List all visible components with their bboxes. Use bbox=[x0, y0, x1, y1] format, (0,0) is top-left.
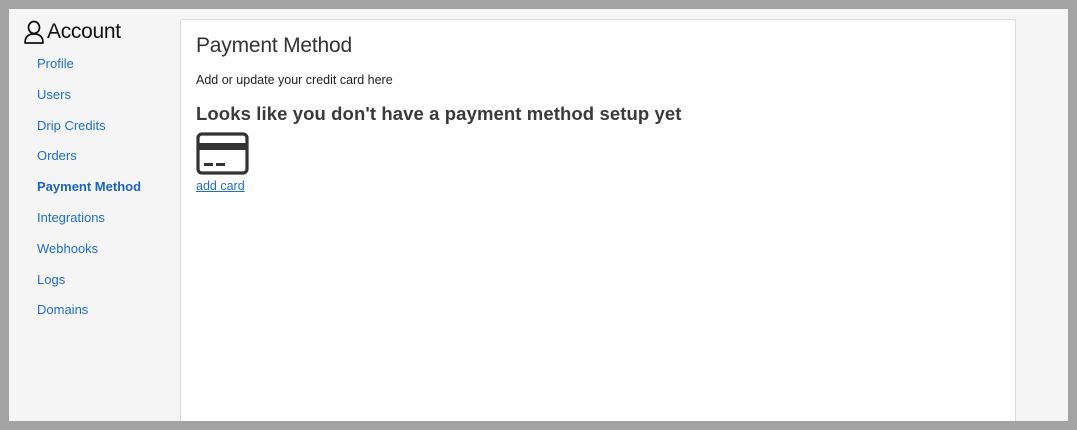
sidebar-item-webhooks[interactable]: Webhooks bbox=[37, 240, 141, 271]
sidebar-item-drip-credits[interactable]: Drip Credits bbox=[37, 117, 141, 148]
page-title: Payment Method bbox=[196, 34, 352, 57]
sidebar-nav: Profile Users Drip Credits Orders Paymen… bbox=[37, 55, 141, 332]
page-subtitle: Add or update your credit card here bbox=[196, 73, 393, 87]
sidebar-title: Account bbox=[47, 20, 121, 43]
sidebar-item-logs[interactable]: Logs bbox=[37, 271, 141, 302]
sidebar-item-payment-method[interactable]: Payment Method bbox=[37, 178, 141, 209]
sidebar-item-orders[interactable]: Orders bbox=[37, 147, 141, 178]
empty-state-heading: Looks like you don't have a payment meth… bbox=[196, 103, 682, 124]
credit-card-icon bbox=[196, 132, 249, 175]
sidebar: Account Profile Users Drip Credits Order… bbox=[9, 9, 180, 421]
user-icon bbox=[23, 20, 45, 44]
sidebar-item-users[interactable]: Users bbox=[37, 86, 141, 117]
payment-method-panel: Payment Method Add or update your credit… bbox=[180, 19, 1016, 421]
sidebar-item-integrations[interactable]: Integrations bbox=[37, 209, 141, 240]
add-card-link[interactable]: add card bbox=[196, 179, 245, 193]
sidebar-item-profile[interactable]: Profile bbox=[37, 55, 141, 86]
sidebar-header: Account bbox=[23, 19, 121, 45]
account-app: Account Profile Users Drip Credits Order… bbox=[9, 9, 1068, 421]
sidebar-item-domains[interactable]: Domains bbox=[37, 301, 141, 332]
